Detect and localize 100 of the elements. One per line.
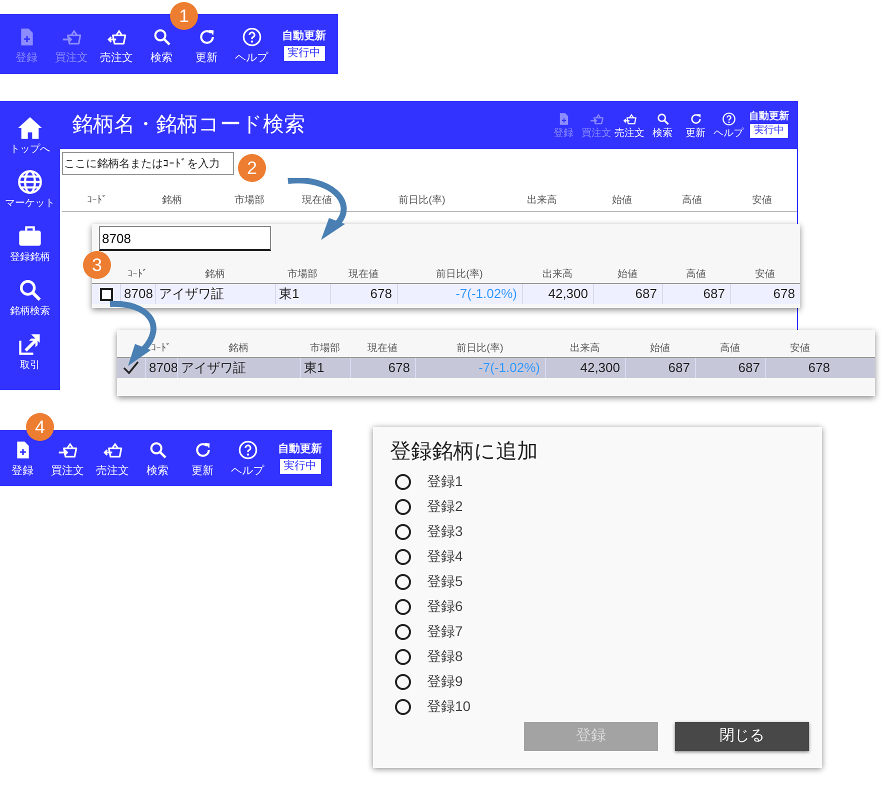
nav-item[interactable]: マーケット bbox=[0, 169, 60, 209]
column-header: 始値 bbox=[611, 194, 633, 208]
table-cell: アイザワ証 bbox=[155, 284, 275, 304]
toolbar-button[interactable]: 登録 bbox=[0, 440, 45, 477]
checkbox[interactable] bbox=[100, 288, 112, 300]
table-cell: 8708 bbox=[145, 358, 177, 378]
table-cell: 東1 bbox=[275, 284, 330, 304]
table-row[interactable]: 8708 アイザワ証 東1 678 -7(-1.02%) 42,300 687 687 678 bbox=[92, 284, 800, 304]
table-cell: 687 bbox=[593, 284, 662, 304]
radio-button[interactable] bbox=[395, 698, 411, 714]
radio-button[interactable] bbox=[395, 624, 411, 640]
checkbox[interactable] bbox=[123, 360, 139, 376]
toolbar-button[interactable]: 更新 bbox=[180, 440, 225, 477]
option-label: 登録1 bbox=[427, 472, 463, 491]
table-cell: アイザワ証 bbox=[177, 358, 300, 378]
radio-button[interactable] bbox=[395, 574, 411, 590]
toolbar-button[interactable]: 更新 bbox=[679, 112, 712, 138]
column-header: 現在値 bbox=[348, 268, 380, 282]
search-field[interactable]: 8708 bbox=[99, 226, 271, 251]
column-header: 銘柄 bbox=[204, 268, 226, 282]
basket-icon bbox=[590, 112, 604, 126]
column-header: 銘柄 bbox=[228, 342, 250, 356]
column-header: 市場部 bbox=[309, 342, 341, 356]
help-icon bbox=[722, 112, 736, 126]
table-cell: 687 bbox=[695, 358, 765, 378]
search-icon bbox=[148, 440, 168, 460]
table-cell: -7(-1.02%) bbox=[415, 358, 545, 378]
toolbar-button[interactable]: 買注文 bbox=[45, 440, 90, 477]
toolbar-button[interactable]: ヘルプ bbox=[712, 112, 745, 138]
column-header: 現在値 bbox=[366, 342, 398, 356]
refresh-icon bbox=[688, 112, 702, 126]
step-badge: 4 bbox=[26, 413, 54, 441]
option-label: 登録10 bbox=[427, 697, 471, 716]
radio-button[interactable] bbox=[395, 674, 411, 690]
column-header: ｺｰﾄﾞ bbox=[86, 194, 108, 208]
column-header: 市場部 bbox=[286, 268, 318, 282]
option-label: 登録4 bbox=[427, 547, 463, 566]
table-cell: 687 bbox=[662, 284, 730, 304]
radio-button[interactable] bbox=[395, 524, 411, 540]
auto-update-status[interactable]: 実行中 bbox=[750, 124, 788, 138]
dialog-title: 登録銘柄に追加 bbox=[390, 439, 539, 465]
nav-item[interactable]: 銘柄検索 bbox=[0, 277, 60, 317]
auto-update-status[interactable]: 実行中 bbox=[284, 46, 324, 60]
column-header: 銘柄 bbox=[161, 194, 183, 208]
step-badge: 1 bbox=[170, 2, 198, 30]
radio-button[interactable] bbox=[395, 548, 411, 564]
table-cell: 678 bbox=[330, 284, 397, 304]
toolbar-button[interactable]: 更新 bbox=[184, 27, 229, 64]
toolbar-button[interactable]: 売注文 bbox=[94, 27, 139, 64]
option-label: 登録6 bbox=[427, 597, 463, 616]
column-header: 高値 bbox=[685, 268, 707, 282]
toolbar-button[interactable]: 検索 bbox=[646, 112, 679, 138]
column-header: 安値 bbox=[754, 268, 776, 282]
radio-button[interactable] bbox=[395, 648, 411, 664]
radio-button[interactable] bbox=[395, 498, 411, 514]
globe-icon bbox=[17, 169, 43, 195]
column-header: 安値 bbox=[789, 342, 811, 356]
table-cell: -7(-1.02%) bbox=[397, 284, 522, 304]
table-cell: 678 bbox=[350, 358, 415, 378]
toolbar-button[interactable]: 売注文 bbox=[613, 112, 646, 138]
search-field[interactable]: ここに銘柄名またはｺｰﾄﾞを入力 bbox=[62, 152, 234, 175]
basket-icon bbox=[106, 27, 126, 47]
nav-item[interactable]: 取引 bbox=[0, 331, 60, 371]
column-header: 前日比(率) bbox=[435, 268, 484, 282]
window-title: 銘柄名・銘柄コード検索 bbox=[72, 112, 305, 138]
radio-button[interactable] bbox=[395, 474, 411, 490]
column-header: 安値 bbox=[751, 194, 773, 208]
column-header: ｺｰﾄﾞ bbox=[126, 268, 148, 282]
home-icon bbox=[17, 115, 43, 141]
toolbar-button[interactable]: ヘルプ bbox=[229, 27, 274, 64]
auto-update-label: 自動更新 bbox=[749, 112, 789, 122]
column-header: 出来高 bbox=[526, 194, 558, 208]
dialog-button[interactable]: 閉じる bbox=[675, 722, 809, 751]
table-cell: 42,300 bbox=[545, 358, 625, 378]
table-cell: 678 bbox=[765, 358, 835, 378]
column-header: 出来高 bbox=[569, 342, 601, 356]
help-icon bbox=[242, 27, 262, 47]
column-header: 始値 bbox=[616, 268, 638, 282]
table-cell: 42,300 bbox=[522, 284, 593, 304]
auto-update-label: 自動更新 bbox=[282, 30, 326, 42]
column-header: 始値 bbox=[649, 342, 671, 356]
column-header: 前日比(率) bbox=[398, 194, 446, 208]
toolbar-button[interactable]: 売注文 bbox=[90, 440, 135, 477]
column-header: 市場部 bbox=[234, 194, 266, 208]
option-label: 登録5 bbox=[427, 572, 463, 591]
option-label: 登録2 bbox=[427, 497, 463, 516]
basket-icon bbox=[62, 27, 82, 47]
table-row[interactable]: 8708 アイザワ証 東1 678 -7(-1.02%) 42,300 687 687 678 bbox=[117, 358, 875, 378]
column-header: ｺｰﾄﾞ bbox=[150, 342, 172, 356]
nav-item[interactable]: トップへ bbox=[0, 115, 60, 155]
column-header: 現在値 bbox=[301, 194, 333, 208]
radio-button[interactable] bbox=[395, 598, 411, 614]
toolbar-button[interactable]: ヘルプ bbox=[225, 440, 270, 477]
nav-item[interactable]: 登録銘柄 bbox=[0, 223, 60, 263]
auto-update-status[interactable]: 実行中 bbox=[280, 458, 320, 474]
toolbar-button[interactable]: 検索 bbox=[139, 27, 184, 64]
search-icon bbox=[152, 27, 172, 47]
basket-icon bbox=[102, 440, 122, 460]
toolbar-button[interactable]: 検索 bbox=[135, 440, 180, 477]
basket-icon bbox=[622, 112, 636, 126]
